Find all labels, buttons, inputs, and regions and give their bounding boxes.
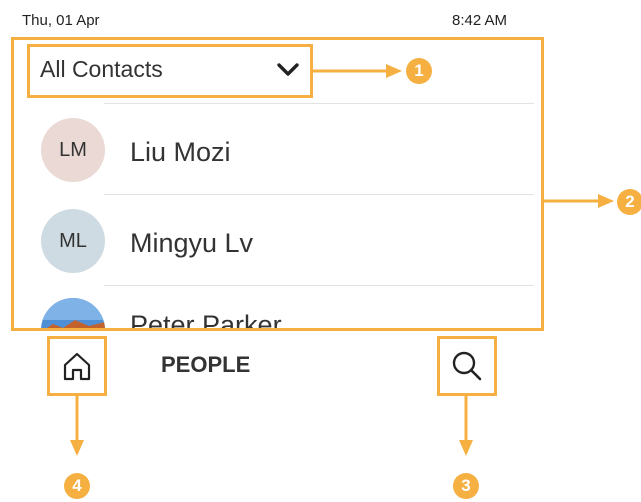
annotation-arrows	[70, 64, 614, 456]
callout-1: 1	[406, 58, 432, 84]
callout-2: 2	[617, 189, 641, 215]
callout-4: 4	[64, 473, 90, 499]
callout-3: 3	[453, 473, 479, 499]
